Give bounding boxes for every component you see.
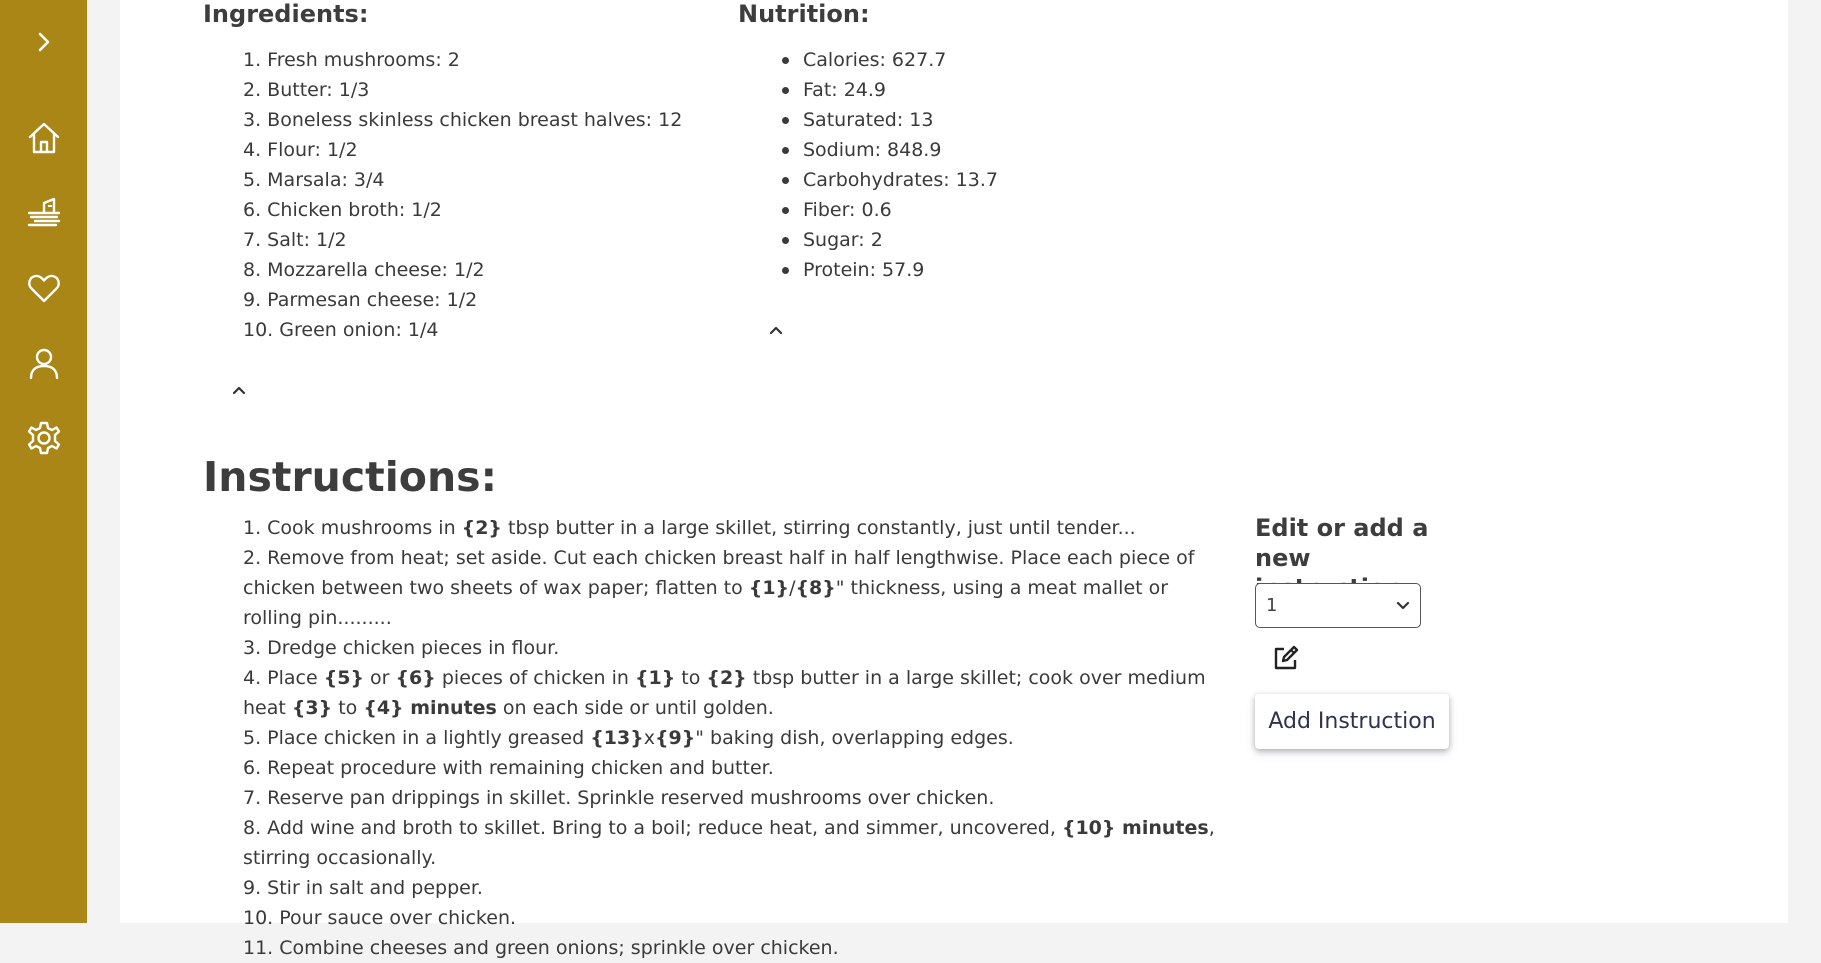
ingredient-item: 4. Flour: 1/2 xyxy=(243,139,358,161)
instruction-text: on each side or until golden. xyxy=(496,697,774,719)
instruction-parameter: {2} xyxy=(461,517,502,539)
gear-icon xyxy=(27,421,60,455)
collapse-ingredients-button[interactable] xyxy=(230,381,248,399)
instruction-text: to xyxy=(675,667,707,689)
sidebar-item-settings[interactable] xyxy=(0,412,87,464)
sidebar-item-favorites[interactable] xyxy=(0,262,87,314)
instruction-parameter: {5} xyxy=(323,667,365,689)
instruction-item: 10. Pour sauce over chicken. xyxy=(243,903,1228,933)
nutrition-title: Nutrition: xyxy=(738,0,870,28)
edit-instruction-button[interactable] xyxy=(1272,644,1302,674)
instruction-parameter: {4} minutes xyxy=(363,697,497,719)
instruction-text: 8. Add wine and broth to skillet. Bring … xyxy=(243,817,1062,839)
ingredient-item: 10. Green onion: 1/4 xyxy=(243,319,439,341)
instruction-text: 6. Repeat procedure with remaining chick… xyxy=(243,757,774,779)
ingredient-item: 8. Mozzarella cheese: 1/2 xyxy=(243,259,485,281)
instruction-text: 9. Stir in salt and pepper. xyxy=(243,877,483,899)
instruction-parameter: {3} xyxy=(291,697,333,719)
instruction-item: 6. Repeat procedure with remaining chick… xyxy=(243,753,1228,783)
ingredients-list: 1. Fresh mushrooms: 2 2. Butter: 1/3 3. Bo… xyxy=(243,45,682,345)
instruction-item: 8. Add wine and broth to skillet. Bring … xyxy=(243,813,1228,873)
recipes-icon xyxy=(27,197,60,227)
instruction-parameter: {10} minutes xyxy=(1061,817,1209,839)
instructions-title: Instructions: xyxy=(203,453,497,501)
expand-sidebar-button[interactable] xyxy=(0,16,87,68)
chevron-right-icon xyxy=(38,32,49,52)
ingredient-item: 1. Fresh mushrooms: 2 xyxy=(243,49,460,71)
ingredient-item: 5. Marsala: 3/4 xyxy=(243,169,385,191)
instruction-parameter: {8} xyxy=(795,577,836,599)
nutrition-list: Calories: 627.7 Fat: 24.9 Saturated: 13 Sod… xyxy=(776,45,998,285)
instruction-text: " baking dish, overlapping edges. xyxy=(695,727,1014,749)
sidebar-item-recipes[interactable] xyxy=(0,187,87,239)
instruction-parameter: {2} xyxy=(706,667,747,689)
collapse-nutrition-button[interactable] xyxy=(767,321,785,339)
nutrition-item: Saturated: 13 xyxy=(776,105,998,135)
instruction-item: 4. Place {5} or {6} pieces of chicken in… xyxy=(243,663,1228,723)
sidebar-item-profile[interactable] xyxy=(0,337,87,389)
instruction-item: 3. Dredge chicken pieces in flour. xyxy=(243,633,1228,663)
ingredient-item: 7. Salt: 1/2 xyxy=(243,229,347,251)
nutrition-item: Carbohydrates: 13.7 xyxy=(776,165,998,195)
instruction-text: 3. Dredge chicken pieces in flour. xyxy=(243,637,560,659)
instruction-item: 11. Combine cheeses and green onions; sp… xyxy=(243,933,1228,963)
chevron-up-icon xyxy=(769,326,783,335)
instruction-item: 7. Reserve pan drippings in skillet. Spr… xyxy=(243,783,1228,813)
instructions-list: 1. Cook mushrooms in {2} tbsp butter in … xyxy=(243,513,1228,963)
instruction-parameter: {9} xyxy=(654,727,696,749)
instruction-text: 4. Place xyxy=(243,667,324,689)
ingredient-item: 6. Chicken broth: 1/2 xyxy=(243,199,442,221)
instruction-text: 1. Cook mushrooms in xyxy=(243,517,462,539)
ingredient-item: 2. Butter: 1/3 xyxy=(243,79,370,101)
instruction-text: to xyxy=(332,697,364,719)
instruction-text: x xyxy=(643,727,655,749)
add-instruction-button[interactable]: Add Instruction xyxy=(1255,694,1449,749)
ingredients-title: Ingredients: xyxy=(203,0,369,28)
instruction-text: 11. Combine cheeses and green onions; sp… xyxy=(243,937,839,959)
instruction-number-value: 1 xyxy=(1266,595,1278,616)
instruction-text: 5. Place chicken in a lightly greased xyxy=(243,727,591,749)
instruction-item: 9. Stir in salt and pepper. xyxy=(243,873,1228,903)
sidebar xyxy=(0,0,87,923)
nutrition-item: Protein: 57.9 xyxy=(776,255,998,285)
instruction-number-select[interactable]: 1 xyxy=(1255,583,1421,628)
instruction-parameter: {1} xyxy=(634,667,676,689)
ingredient-item: 9. Parmesan cheese: 1/2 xyxy=(243,289,478,311)
instruction-text: or xyxy=(364,667,396,689)
instruction-text: pieces of chicken in xyxy=(435,667,635,689)
instruction-item: 5. Place chicken in a lightly greased {1… xyxy=(243,723,1228,753)
nutrition-item: Sodium: 848.9 xyxy=(776,135,998,165)
instruction-text: tbsp butter in a large skillet, stirring… xyxy=(501,517,1136,539)
chevron-down-icon xyxy=(1396,601,1410,609)
instruction-item: 2. Remove from heat; set aside. Cut each… xyxy=(243,543,1228,633)
edit-icon xyxy=(1274,645,1299,670)
instruction-parameter: {6} xyxy=(395,667,436,689)
heart-icon xyxy=(27,274,60,303)
home-icon xyxy=(28,122,59,154)
chevron-up-icon xyxy=(232,386,246,395)
instruction-text: 7. Reserve pan drippings in skillet. Spr… xyxy=(243,787,995,809)
nutrition-item: Sugar: 2 xyxy=(776,225,998,255)
sidebar-item-home[interactable] xyxy=(0,112,87,164)
instruction-text: 10. Pour sauce over chicken. xyxy=(243,907,517,929)
user-icon xyxy=(29,348,58,380)
instruction-parameter: {1} xyxy=(748,577,790,599)
nutrition-item: Fiber: 0.6 xyxy=(776,195,998,225)
instruction-item: 1. Cook mushrooms in {2} tbsp butter in … xyxy=(243,513,1228,543)
nutrition-item: Fat: 24.9 xyxy=(776,75,998,105)
nutrition-item: Calories: 627.7 xyxy=(776,45,998,75)
ingredient-item: 3. Boneless skinless chicken breast halv… xyxy=(243,109,683,131)
instruction-parameter: {13} xyxy=(590,727,644,749)
